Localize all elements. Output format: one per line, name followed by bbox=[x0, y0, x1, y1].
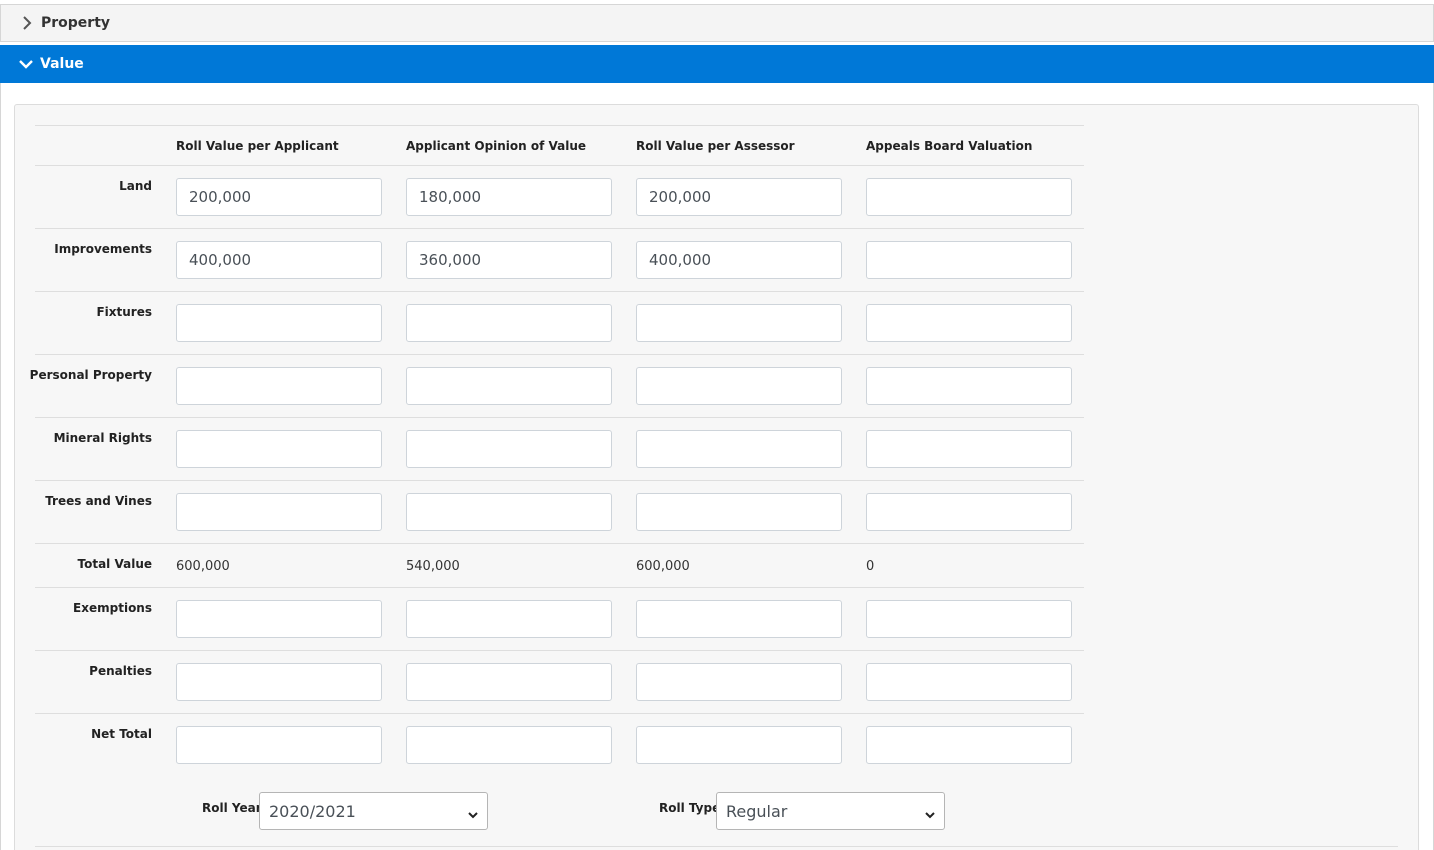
improvements-applicant-opinion-input[interactable] bbox=[406, 241, 612, 279]
personal-property-roll-value-applicant-input[interactable] bbox=[176, 367, 382, 405]
row-label-net-total: Net Total bbox=[91, 727, 152, 741]
row-label-improvements: Improvements bbox=[54, 242, 152, 256]
row-label-penalties: Penalties bbox=[89, 664, 152, 678]
table-divider bbox=[35, 543, 1084, 544]
total-appeals-board: 0 bbox=[866, 559, 875, 574]
chevron-down-icon bbox=[467, 806, 479, 825]
chevron-down-icon bbox=[924, 806, 936, 825]
exemptions-appeals-board-input[interactable] bbox=[866, 600, 1072, 638]
table-divider bbox=[35, 417, 1084, 418]
row-label-personal-property: Personal Property bbox=[29, 368, 152, 382]
total-applicant-opinion: 540,000 bbox=[406, 559, 460, 574]
table-divider bbox=[35, 480, 1084, 481]
fixtures-roll-value-assessor-input[interactable] bbox=[636, 304, 842, 342]
roll-type-selected-value: Regular bbox=[726, 801, 788, 821]
fixtures-roll-value-applicant-input[interactable] bbox=[176, 304, 382, 342]
improvements-appeals-board-input[interactable] bbox=[866, 241, 1072, 279]
roll-year-select[interactable]: 2020/2021 bbox=[259, 792, 488, 830]
chevron-down-icon bbox=[14, 52, 38, 76]
table-divider bbox=[35, 125, 1084, 126]
roll-year-selected-value: 2020/2021 bbox=[269, 801, 356, 821]
improvements-roll-value-applicant-input[interactable] bbox=[176, 241, 382, 279]
property-section-title: Property bbox=[41, 15, 111, 31]
table-divider bbox=[35, 650, 1084, 651]
improvements-roll-value-assessor-input[interactable] bbox=[636, 241, 842, 279]
fixtures-appeals-board-input[interactable] bbox=[866, 304, 1072, 342]
value-section-header[interactable]: Value bbox=[0, 45, 1434, 83]
land-roll-value-applicant-input[interactable] bbox=[176, 178, 382, 216]
exemptions-roll-value-applicant-input[interactable] bbox=[176, 600, 382, 638]
column-header-roll-value-assessor: Roll Value per Assessor bbox=[636, 139, 795, 153]
roll-type-select[interactable]: Regular bbox=[716, 792, 945, 830]
table-divider bbox=[35, 846, 1398, 847]
table-divider bbox=[35, 354, 1084, 355]
exemptions-applicant-opinion-input[interactable] bbox=[406, 600, 612, 638]
personal-property-applicant-opinion-input[interactable] bbox=[406, 367, 612, 405]
mineral-rights-applicant-opinion-input[interactable] bbox=[406, 430, 612, 468]
exemptions-roll-value-assessor-input[interactable] bbox=[636, 600, 842, 638]
land-appeals-board-input[interactable] bbox=[866, 178, 1072, 216]
trees-vines-roll-value-applicant-input[interactable] bbox=[176, 493, 382, 531]
total-roll-value-assessor: 600,000 bbox=[636, 559, 690, 574]
fixtures-applicant-opinion-input[interactable] bbox=[406, 304, 612, 342]
net-total-appeals-board-input[interactable] bbox=[866, 726, 1072, 764]
penalties-roll-value-applicant-input[interactable] bbox=[176, 663, 382, 701]
row-label-land: Land bbox=[119, 179, 152, 193]
mineral-rights-roll-value-applicant-input[interactable] bbox=[176, 430, 382, 468]
row-label-fixtures: Fixtures bbox=[96, 305, 152, 319]
penalties-roll-value-assessor-input[interactable] bbox=[636, 663, 842, 701]
column-header-roll-value-applicant: Roll Value per Applicant bbox=[176, 139, 339, 153]
row-label-trees-and-vines: Trees and Vines bbox=[45, 494, 152, 508]
penalties-applicant-opinion-input[interactable] bbox=[406, 663, 612, 701]
property-section-header[interactable]: Property bbox=[0, 4, 1434, 42]
net-total-roll-value-applicant-input[interactable] bbox=[176, 726, 382, 764]
total-roll-value-applicant: 600,000 bbox=[176, 559, 230, 574]
row-label-exemptions: Exemptions bbox=[73, 601, 152, 615]
mineral-rights-appeals-board-input[interactable] bbox=[866, 430, 1072, 468]
land-applicant-opinion-input[interactable] bbox=[406, 178, 612, 216]
trees-vines-appeals-board-input[interactable] bbox=[866, 493, 1072, 531]
table-divider bbox=[35, 165, 1084, 166]
trees-vines-applicant-opinion-input[interactable] bbox=[406, 493, 612, 531]
penalties-appeals-board-input[interactable] bbox=[866, 663, 1072, 701]
row-label-total-value: Total Value bbox=[77, 557, 152, 571]
roll-type-label: Roll Type bbox=[659, 801, 721, 815]
trees-vines-roll-value-assessor-input[interactable] bbox=[636, 493, 842, 531]
net-total-applicant-opinion-input[interactable] bbox=[406, 726, 612, 764]
table-divider bbox=[35, 713, 1084, 714]
net-total-roll-value-assessor-input[interactable] bbox=[636, 726, 842, 764]
column-header-appeals-board: Appeals Board Valuation bbox=[866, 139, 1033, 153]
mineral-rights-roll-value-assessor-input[interactable] bbox=[636, 430, 842, 468]
value-section-title: Value bbox=[40, 56, 84, 72]
chevron-right-icon bbox=[15, 11, 39, 35]
personal-property-roll-value-assessor-input[interactable] bbox=[636, 367, 842, 405]
land-roll-value-assessor-input[interactable] bbox=[636, 178, 842, 216]
table-divider bbox=[35, 228, 1084, 229]
row-label-mineral-rights: Mineral Rights bbox=[53, 431, 152, 445]
column-header-applicant-opinion: Applicant Opinion of Value bbox=[406, 139, 587, 153]
personal-property-appeals-board-input[interactable] bbox=[866, 367, 1072, 405]
table-divider bbox=[35, 587, 1084, 588]
roll-year-label: Roll Year bbox=[202, 801, 262, 815]
table-divider bbox=[35, 291, 1084, 292]
